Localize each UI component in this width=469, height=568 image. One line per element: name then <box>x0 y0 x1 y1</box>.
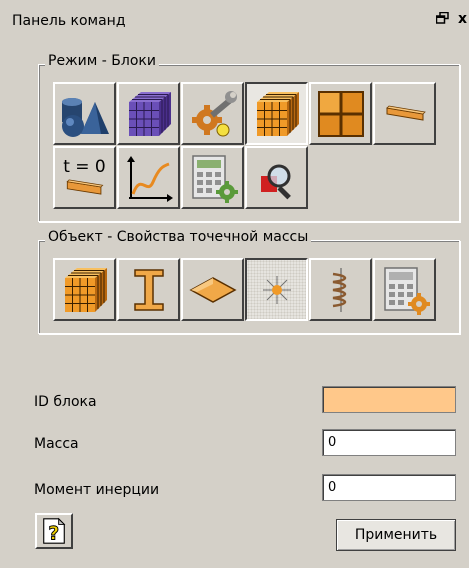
calculator-settings-icon <box>383 266 430 315</box>
calculator-icon <box>191 154 238 203</box>
primitives-button[interactable] <box>53 82 116 145</box>
plate-button[interactable] <box>181 258 244 321</box>
plate-icon <box>188 276 237 303</box>
beam-icon <box>385 105 426 121</box>
orange-block-button[interactable] <box>245 82 308 145</box>
calculator-settings-button[interactable] <box>373 258 436 321</box>
apply-button[interactable]: Применить <box>336 519 456 551</box>
spring-icon <box>332 267 346 312</box>
calculator-button[interactable] <box>181 146 244 209</box>
purple-block-button[interactable] <box>117 82 180 145</box>
wrench-gear-icon <box>191 90 237 136</box>
block-id-label: ID блока <box>34 394 97 410</box>
magnifier-button[interactable] <box>245 146 308 209</box>
spring-button[interactable] <box>309 258 372 321</box>
wrench-gear-button[interactable] <box>181 82 244 145</box>
initial-time-icon <box>66 179 103 195</box>
help-icon: ? <box>43 517 66 545</box>
purple-block-icon <box>128 91 171 136</box>
close-icon[interactable]: x <box>458 11 467 27</box>
window-title: Панель команд <box>12 13 126 29</box>
graph-button[interactable] <box>117 146 180 209</box>
object-group-legend: Объект - Свойства точечной массы <box>45 229 312 245</box>
grid-icon <box>317 90 364 137</box>
restore-icon[interactable] <box>435 11 454 27</box>
i-beam-icon <box>133 268 164 311</box>
primitives-icon <box>61 97 109 137</box>
graph-icon <box>126 155 173 202</box>
block-id-field[interactable] <box>322 386 456 413</box>
grid-button[interactable] <box>309 82 372 145</box>
block-object-icon <box>64 267 107 312</box>
title-bar: Панель команд x <box>0 0 469 36</box>
point-mass-button[interactable] <box>245 258 308 321</box>
inertia-label: Момент инерции <box>34 482 160 498</box>
i-beam-button[interactable] <box>117 258 180 321</box>
initial-time-button[interactable]: t = 0 <box>53 146 116 209</box>
block-object-button[interactable] <box>53 258 116 321</box>
mass-field[interactable] <box>322 429 456 456</box>
help-button[interactable]: ? <box>35 513 73 549</box>
svg-text:?: ? <box>48 523 59 544</box>
point-mass-icon <box>262 275 291 304</box>
initial-time-label: t = 0 <box>63 156 106 177</box>
inertia-field[interactable] <box>322 474 456 501</box>
orange-block-icon <box>256 91 299 136</box>
beam-button[interactable] <box>373 82 436 145</box>
mode-group-legend: Режим - Блоки <box>45 53 159 69</box>
magnifier-icon <box>260 164 291 199</box>
mass-label: Масса <box>34 436 79 452</box>
